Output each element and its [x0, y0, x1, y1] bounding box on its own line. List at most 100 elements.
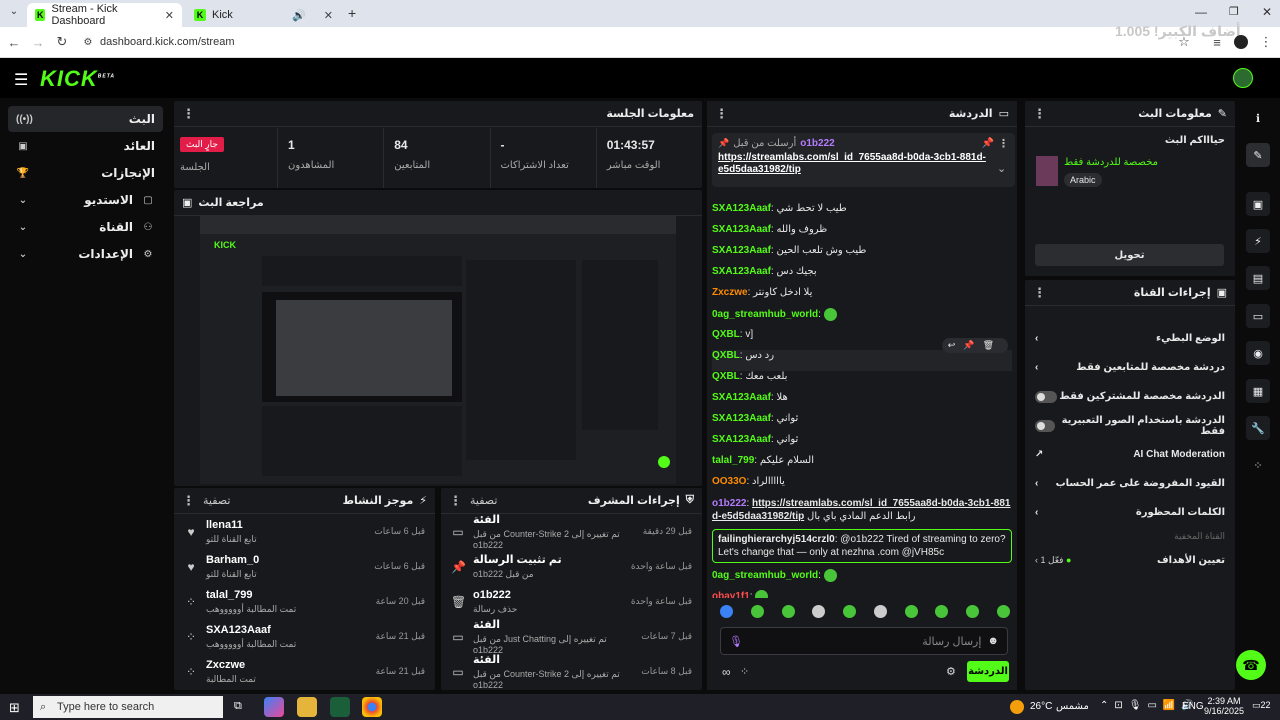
more-options-icon[interactable]: ⋮	[715, 106, 728, 122]
info-icon[interactable]: ℹ	[1246, 106, 1270, 130]
microphone-icon[interactable]: 🎙	[729, 635, 743, 648]
emoji-icon[interactable]: ☻	[987, 635, 999, 647]
windows-start-icon[interactable]: ⊞	[9, 700, 20, 716]
file-explorer-icon[interactable]	[297, 697, 317, 717]
back-icon[interactable]: ←	[6, 34, 22, 50]
chat-username[interactable]: SXA123Aaaf	[712, 392, 771, 403]
weather-temp[interactable]: 26°C	[1030, 701, 1052, 712]
action-set-goals[interactable]: تعيين الأهداف ● فعّل 1 ›	[1025, 546, 1235, 575]
pin-icon[interactable]: 📌	[982, 138, 994, 149]
notification-icon[interactable]: ▭22	[1252, 700, 1271, 711]
pencil-icon[interactable]: ✎	[1246, 143, 1270, 167]
more-options-icon[interactable]: ⋮	[1033, 106, 1046, 122]
chat-icon[interactable]: ▭	[1246, 304, 1270, 328]
sidebar-item-settings[interactable]: ⌄ الإعدادات ⚙	[8, 241, 163, 267]
downloads-icon[interactable]: ≡	[1209, 34, 1225, 50]
emote-icon[interactable]	[812, 605, 826, 618]
points-icon[interactable]: ⁘	[740, 665, 749, 678]
action-slow-mode[interactable]: الوضع البطيء ›	[1025, 324, 1235, 353]
tab-list-icon[interactable]: ⌄	[6, 6, 22, 22]
chat-username[interactable]: SXA123Aaaf	[712, 203, 771, 214]
activity-user[interactable]: SXA123Aaaf	[206, 624, 368, 636]
emote-icon[interactable]	[781, 605, 795, 618]
bookmark-star-icon[interactable]: ☆	[1176, 34, 1192, 50]
emote-icon[interactable]	[750, 605, 764, 618]
emote-icon[interactable]	[935, 605, 949, 618]
document-icon[interactable]: ▤	[1246, 266, 1270, 290]
points-icon[interactable]: ⁘	[1246, 453, 1270, 477]
url-field[interactable]: dashboard.kick.com/stream	[100, 36, 235, 48]
subscribers-only-toggle[interactable]	[1035, 390, 1057, 403]
chat-username[interactable]: OO33O	[712, 476, 746, 487]
more-options-icon[interactable]: ⋮	[998, 137, 1009, 150]
close-window-icon[interactable]: ✕	[1262, 5, 1272, 19]
reload-icon[interactable]: ↻	[54, 34, 70, 50]
close-tab-icon[interactable]: ✕	[324, 9, 333, 22]
tab-kick[interactable]: K Kick 🔊 ✕	[186, 3, 341, 27]
new-tab-icon[interactable]: +	[348, 5, 356, 21]
emote-icon[interactable]	[996, 605, 1010, 618]
chat-username[interactable]: QXBL	[712, 329, 740, 340]
emotes-only-toggle[interactable]	[1035, 419, 1055, 432]
reply-icon[interactable]: ↩	[948, 340, 964, 350]
emote-icon[interactable]	[843, 605, 857, 618]
support-chat-icon[interactable]: ☎	[1236, 650, 1266, 680]
chat-username[interactable]: Zxczwe	[712, 287, 748, 298]
hamburger-menu-icon[interactable]: ☰	[14, 70, 28, 90]
chat-username[interactable]: SXA123Aaaf	[712, 224, 771, 235]
filter-button[interactable]: تصفية	[203, 494, 230, 507]
minimize-icon[interactable]: —	[1195, 5, 1207, 19]
wrench-icon[interactable]: 🔧	[1246, 416, 1270, 440]
pinned-link[interactable]: https://streamlabs.com/sl_id_7655aa8d-b0…	[718, 152, 988, 176]
filter-button[interactable]: تصفية	[470, 494, 497, 507]
more-options-icon[interactable]: ⋮	[182, 106, 195, 122]
preview-icon[interactable]: ▣	[1246, 192, 1270, 216]
chat-input[interactable]: 🎙 إرسال رسالة ☻	[720, 627, 1008, 655]
forward-icon[interactable]: →	[30, 34, 46, 50]
profile-avatar[interactable]	[1234, 35, 1248, 49]
stream-category[interactable]: مخصصة للدردشة فقط	[1064, 157, 1158, 168]
sidebar-item-channel[interactable]: ⌄ القناة ⚇	[8, 214, 163, 240]
chat-username[interactable]: 0ag_streamhub_world	[712, 570, 818, 581]
user-avatar[interactable]	[1233, 68, 1253, 88]
chat-username[interactable]: SXA123Aaaf	[712, 434, 771, 445]
more-options-icon[interactable]: ⋮	[1033, 285, 1046, 301]
infinity-icon[interactable]: ∞	[722, 665, 731, 679]
browser-menu-icon[interactable]: ⋮	[1258, 34, 1274, 50]
emote-icon[interactable]	[904, 605, 918, 618]
chat-settings-icon[interactable]: ⚙	[946, 665, 956, 678]
copilot-icon[interactable]	[264, 697, 284, 717]
sidebar-item-achievements[interactable]: 🏆 الإنجازات	[8, 160, 163, 186]
pin-icon[interactable]: 📌	[963, 340, 982, 350]
task-view-icon[interactable]: ⧉	[234, 700, 242, 713]
audio-icon[interactable]: 🔊	[292, 9, 306, 22]
chat-username[interactable]: SXA123Aaaf	[712, 413, 771, 424]
sidebar-item-broadcast[interactable]: ((•)) البث	[8, 106, 163, 132]
tab-kick-dashboard[interactable]: K Stream - Kick Dashboard ✕	[27, 3, 182, 27]
action-account-age[interactable]: القيود المفروضة على عمر الحساب ›	[1025, 469, 1235, 498]
layout-icon[interactable]: ▦	[1246, 379, 1270, 403]
chat-username[interactable]: QXBL	[712, 350, 740, 361]
chat-username[interactable]: SXA123Aaaf	[712, 245, 771, 256]
chat-username[interactable]: o1b222	[712, 498, 746, 509]
broadcast-icon[interactable]: ◉	[1246, 341, 1270, 365]
chat-username[interactable]: obay1f1	[712, 591, 750, 598]
stream-preview-video[interactable]: KICK	[200, 216, 676, 484]
kick-app-icon[interactable]	[330, 697, 350, 717]
chevron-down-icon[interactable]: ⌄	[997, 162, 1006, 175]
chat-username[interactable]: QXBL	[712, 371, 740, 382]
activity-user[interactable]: Barham_0	[206, 554, 366, 566]
pinned-user[interactable]: o1b222	[800, 138, 834, 149]
more-options-icon[interactable]: ⋮	[182, 493, 195, 509]
kick-logo[interactable]: KICKBETA	[40, 66, 115, 92]
sidebar-item-revenue[interactable]: ▣ العائد	[8, 133, 163, 159]
site-info-icon[interactable]: ⚙	[80, 34, 96, 50]
taskbar-search[interactable]: ⌕ Type here to search	[33, 696, 223, 718]
emote-icon[interactable]	[873, 605, 887, 618]
chat-username[interactable]: SXA123Aaaf	[712, 266, 771, 277]
send-chat-button[interactable]: الدردشة	[967, 661, 1009, 682]
activity-user[interactable]: talal_799	[206, 589, 368, 601]
close-tab-icon[interactable]: ✕	[165, 9, 174, 22]
activity-user[interactable]: llena11	[206, 519, 366, 531]
chat-username[interactable]: 0ag_streamhub_world	[712, 309, 818, 320]
